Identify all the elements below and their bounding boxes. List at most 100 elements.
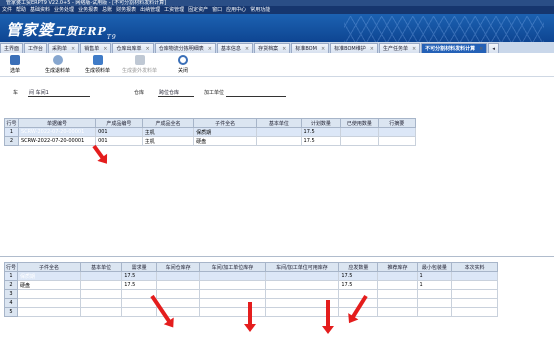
close-icon[interactable]: × [321,46,325,52]
column-header[interactable]: 计划数量 [300,118,342,128]
column-header[interactable]: 已使用数量 [340,118,379,128]
table-cell[interactable] [451,271,498,281]
column-header[interactable]: 基本单位 [256,118,302,128]
processor-field[interactable] [226,89,286,97]
table-cell[interactable]: 保质期 [193,127,258,137]
table-cell[interactable]: 17.5 [338,280,379,290]
table-cell[interactable] [340,136,379,146]
tab-scroll-icon[interactable]: ◂ [488,43,499,53]
table-cell[interactable]: 硬盘 [17,280,81,290]
column-header[interactable]: 产成品全名 [141,118,195,128]
column-header[interactable]: 车间/加工单位可用库存 [264,262,340,272]
generate-requisition-button[interactable]: 生成领料单 [85,55,110,74]
table-cell[interactable] [451,289,498,299]
table-cell[interactable] [155,289,201,299]
table-cell[interactable] [79,289,123,299]
menu-item[interactable]: 常用功能 [248,6,272,14]
table-cell[interactable] [79,271,123,281]
table-cell[interactable] [121,307,157,317]
tab-item[interactable]: 仓库物流分拣明细表 × [154,43,216,53]
table-cell[interactable] [264,271,340,281]
table-cell[interactable]: 主机 [141,136,195,146]
table-cell[interactable] [155,298,201,308]
column-header[interactable]: 车间仓库存 [155,262,201,272]
menu-item[interactable]: 帮助 [14,6,28,14]
menu-item[interactable]: 基础资料 [28,6,52,14]
table-cell[interactable] [17,298,81,308]
column-header[interactable]: 车间/加工单位库存 [199,262,266,272]
table-cell[interactable] [199,271,266,281]
table-cell[interactable] [199,307,266,317]
table-cell[interactable] [416,307,453,317]
close-icon[interactable]: × [208,46,212,52]
table-cell[interactable] [264,280,340,290]
table-cell[interactable] [338,289,379,299]
table-cell[interactable] [451,307,498,317]
table-cell[interactable] [377,136,417,146]
menu-item[interactable]: 业务处理 [52,6,76,14]
table-cell[interactable]: 保质期 [17,271,81,281]
menu-item[interactable]: 应用中心 [224,6,248,14]
table-row[interactable]: 1 SCRW-2022-07-20-00001 001 主机 保质期 17.5 [4,127,417,137]
table-cell[interactable] [199,280,266,290]
column-header[interactable]: 最小包装量 [416,262,453,272]
close-icon[interactable]: × [103,46,107,52]
close-icon[interactable]: × [245,46,249,52]
menu-item[interactable]: 出纳管理 [138,6,162,14]
tab-item[interactable]: 主界面 [0,43,24,53]
table-cell[interactable]: 17.5 [121,280,157,290]
table-cell[interactable] [340,127,379,137]
table-cell[interactable] [155,280,201,290]
menu-item[interactable]: 工资管理 [162,6,186,14]
tab-item[interactable]: 生产任务单 × [378,43,421,53]
table-cell[interactable]: SCRW-2022-07-20-00001 [17,127,97,137]
close-button[interactable]: 关闭 [178,55,188,74]
tab-item[interactable]: 采购单 × [48,43,80,53]
select-order-button[interactable]: 选单 [10,55,20,74]
close-icon[interactable]: × [145,46,149,52]
table-cell[interactable] [79,298,123,308]
close-icon[interactable]: × [282,46,286,52]
column-header[interactable]: 需求量 [121,262,157,272]
table-cell[interactable] [17,289,81,299]
table-cell[interactable] [79,307,123,317]
menu-item[interactable]: 财务报表 [114,6,138,14]
table-cell[interactable] [199,289,266,299]
column-header[interactable]: 产成品编号 [95,118,143,128]
close-icon[interactable]: × [370,46,374,52]
tab-item[interactable]: 销售单 × [80,43,112,53]
warehouse-field[interactable]: 跨位仓库 [158,89,194,97]
table-cell[interactable] [79,280,123,290]
generate-return-button[interactable]: 生成退料单 [45,55,70,74]
table-cell[interactable] [155,271,201,281]
table-cell[interactable] [377,307,418,317]
table-cell[interactable]: 1 [416,271,453,281]
table-cell[interactable] [199,298,266,308]
column-header[interactable]: 子件全名 [193,118,258,128]
tab-item[interactable]: 不可分割材料发料计算 × [421,43,488,53]
table-row[interactable]: 2 SCRW-2022-07-20-00001 001 主机 硬盘 17.5 [4,136,417,146]
table-cell[interactable] [377,280,418,290]
table-cell[interactable]: 001 [95,136,143,146]
table-cell[interactable]: 硬盘 [193,136,258,146]
column-header[interactable]: 行摘要 [377,118,417,128]
table-cell[interactable]: 17.5 [300,127,342,137]
table-cell[interactable]: 17.5 [300,136,342,146]
tab-item[interactable]: 基本信息 × [216,43,254,53]
table-cell[interactable]: 17.5 [121,271,157,281]
table-cell[interactable] [451,298,498,308]
table-cell[interactable] [377,298,418,308]
table-row[interactable]: 3 [3,289,498,299]
menu-item[interactable]: 固定资产 [186,6,210,14]
close-icon[interactable]: × [71,46,75,52]
tab-item[interactable]: 标准BOM × [291,43,330,53]
table-row[interactable]: 1 保质期 17.5 17.5 1 [3,271,498,281]
table-cell[interactable] [377,127,417,137]
workshop-field[interactable]: 间 车间1 [28,89,90,97]
table-cell[interactable] [416,298,453,308]
column-header[interactable]: 行号 [4,118,19,128]
table-cell[interactable]: 17.5 [338,271,379,281]
table-cell[interactable] [256,136,302,146]
table-cell[interactable]: SCRW-2022-07-20-00001 [17,136,97,146]
table-row[interactable]: 2 硬盘 17.5 17.5 1 [3,280,498,290]
